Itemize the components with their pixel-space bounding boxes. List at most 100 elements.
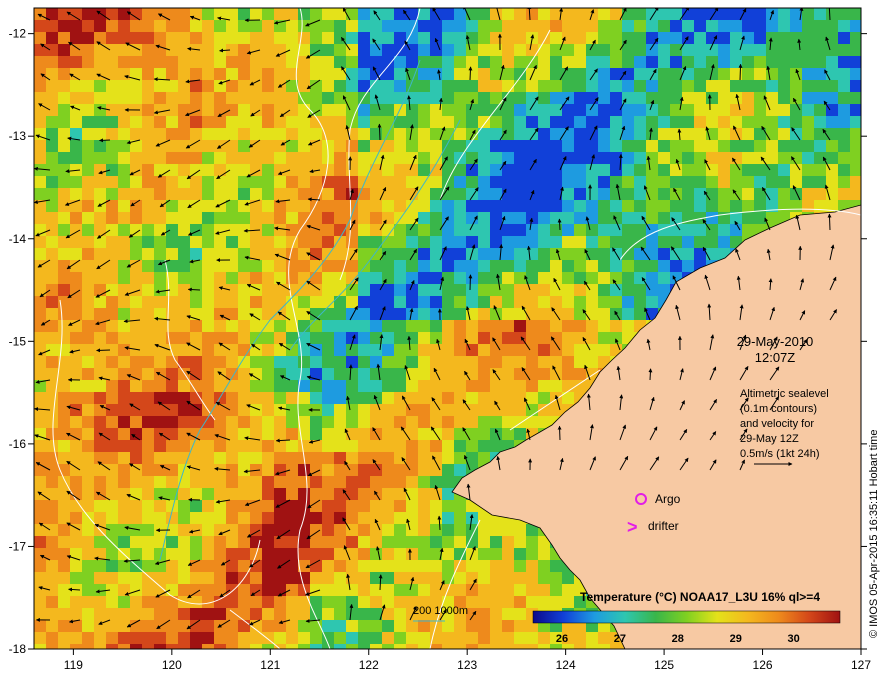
sst-cell	[202, 128, 214, 140]
sst-cell	[550, 596, 562, 608]
sst-cell	[58, 308, 70, 320]
sst-cell	[70, 176, 82, 188]
sst-cell	[478, 332, 490, 344]
sst-cell	[502, 416, 514, 428]
sst-cell	[82, 236, 94, 248]
sst-cell	[514, 20, 526, 32]
sst-cell	[34, 500, 46, 512]
sst-cell	[622, 20, 634, 32]
sst-cell	[358, 440, 370, 452]
sst-cell	[178, 644, 190, 649]
velocity-arrow	[187, 287, 201, 292]
sst-cell	[730, 164, 742, 176]
drifter-label: drifter	[648, 519, 679, 533]
sst-cell	[262, 104, 274, 116]
sst-cell	[286, 8, 298, 20]
sst-cell	[598, 104, 610, 116]
sst-cell	[154, 464, 166, 476]
sst-cell	[310, 380, 322, 392]
sst-cell	[622, 80, 634, 92]
sst-cell	[706, 200, 718, 212]
sst-cell	[34, 476, 46, 488]
sst-cell	[394, 164, 406, 176]
sst-cell	[250, 632, 262, 644]
sst-cell	[262, 560, 274, 572]
sst-cell	[466, 272, 478, 284]
sst-cell	[550, 212, 562, 224]
sst-cell	[178, 488, 190, 500]
sst-cell	[262, 44, 274, 56]
sst-cell	[298, 644, 310, 649]
sst-cell	[610, 200, 622, 212]
sst-cell	[106, 224, 118, 236]
sst-cell	[166, 32, 178, 44]
sst-cell	[538, 332, 550, 344]
sst-cell	[454, 68, 466, 80]
sst-cell	[94, 644, 106, 649]
sst-cell	[262, 20, 274, 32]
sst-cell	[802, 140, 814, 152]
sst-cell	[166, 632, 178, 644]
sst-cell	[670, 200, 682, 212]
sst-cell	[442, 68, 454, 80]
sst-cell	[370, 212, 382, 224]
sst-cell	[94, 356, 106, 368]
sst-cell	[142, 380, 154, 392]
sst-cell	[214, 332, 226, 344]
sst-cell	[754, 20, 766, 32]
sst-cell	[286, 488, 298, 500]
sst-cell	[550, 572, 562, 584]
sst-cell	[358, 632, 370, 644]
sst-cell	[850, 92, 861, 104]
sst-cell	[490, 632, 502, 644]
sst-cell	[358, 404, 370, 416]
sst-cell	[298, 392, 310, 404]
sst-cell	[622, 284, 634, 296]
sst-cell	[118, 536, 130, 548]
sst-cell	[70, 596, 82, 608]
sst-cell	[538, 560, 550, 572]
sst-cell	[166, 140, 178, 152]
sst-cell	[502, 68, 514, 80]
sst-cell	[754, 116, 766, 128]
sst-cell	[766, 140, 778, 152]
sst-cell	[82, 464, 94, 476]
sst-cell	[490, 320, 502, 332]
sst-cell	[274, 356, 286, 368]
sst-cell	[418, 44, 430, 56]
sst-cell	[346, 404, 358, 416]
sst-cell	[766, 128, 778, 140]
sst-cell	[850, 56, 861, 68]
sst-cell	[166, 476, 178, 488]
sst-cell	[214, 212, 226, 224]
sst-cell	[346, 440, 358, 452]
sst-cell	[310, 524, 322, 536]
sst-cell	[466, 644, 478, 649]
sst-cell	[226, 200, 238, 212]
sst-cell	[202, 20, 214, 32]
sst-cell	[850, 68, 861, 80]
sst-cell	[286, 272, 298, 284]
sst-cell	[574, 212, 586, 224]
sst-cell	[346, 356, 358, 368]
sst-cell	[634, 104, 646, 116]
sst-cell	[214, 104, 226, 116]
sst-cell	[58, 512, 70, 524]
velocity-arrow	[557, 425, 562, 441]
sst-cell	[202, 152, 214, 164]
sst-cell	[274, 260, 286, 272]
sst-cell	[514, 584, 526, 596]
sst-cell	[454, 404, 466, 416]
sst-cell	[658, 20, 670, 32]
sst-cell	[190, 548, 202, 560]
sst-cell	[94, 212, 106, 224]
sst-cell	[394, 272, 406, 284]
sst-cell	[298, 188, 310, 200]
sst-cell	[682, 236, 694, 248]
sst-cell	[118, 428, 130, 440]
sst-cell	[262, 212, 274, 224]
sst-cell	[406, 632, 418, 644]
sst-cell	[586, 20, 598, 32]
sst-cell	[298, 140, 310, 152]
sst-cell	[466, 176, 478, 188]
